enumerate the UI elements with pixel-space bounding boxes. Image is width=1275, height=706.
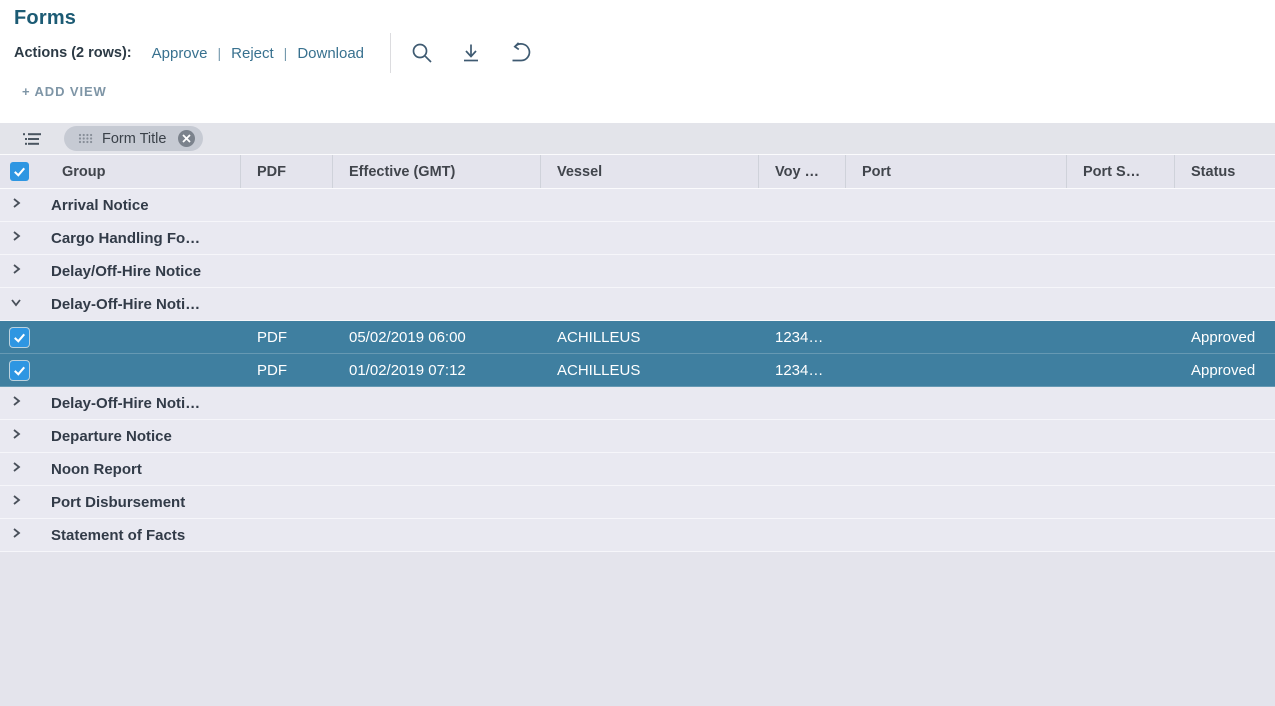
row-checkbox[interactable] (10, 361, 29, 380)
voyage-cell: 1234… (758, 354, 845, 386)
group-row-delay-off-hire-expanded[interactable]: Delay-Off-Hire Noti… (0, 288, 1275, 321)
actions-label: Actions (2 rows): (14, 45, 132, 61)
group-row-label: Delay/Off-Hire Notice (51, 263, 201, 280)
column-header-voyage[interactable]: Voy … (758, 155, 845, 188)
chevron-right-icon[interactable] (10, 427, 22, 445)
download-button[interactable]: Download (297, 45, 364, 62)
top-section: Forms Actions (2 rows): Approve | Reject… (0, 0, 1275, 123)
vessel-cell: ACHILLEUS (540, 354, 758, 386)
column-header-group[interactable]: Group (48, 155, 240, 188)
chevron-right-icon[interactable] (10, 493, 22, 511)
table-header: Group PDF Effective (GMT) Vessel Voy … P… (0, 155, 1275, 189)
chip-close-icon[interactable] (178, 130, 195, 147)
column-header-pdf[interactable]: PDF (240, 155, 332, 188)
pdf-link[interactable]: PDF (240, 321, 332, 353)
select-all-cell (0, 155, 48, 188)
group-row-label: Statement of Facts (51, 527, 185, 544)
column-header-effective[interactable]: Effective (GMT) (332, 155, 540, 188)
port-cell (845, 321, 1066, 353)
group-list-icon (22, 130, 42, 148)
search-icon[interactable] (408, 40, 435, 67)
reject-button[interactable]: Reject (231, 45, 274, 62)
group-chip-label: Form Title (102, 131, 166, 147)
group-row-noon-report[interactable]: Noon Report (0, 453, 1275, 486)
group-row-label: Departure Notice (51, 428, 172, 445)
effective-cell: 01/02/2019 07:12 (332, 354, 540, 386)
group-row-label: Cargo Handling Fo… (51, 230, 200, 247)
drag-handle-icon[interactable] (78, 133, 93, 144)
group-cell (48, 321, 240, 353)
form-row[interactable]: PDF 05/02/2019 06:00 ACHILLEUS 1234… App… (0, 321, 1275, 354)
chevron-right-icon[interactable] (10, 262, 22, 280)
column-header-vessel[interactable]: Vessel (540, 155, 758, 188)
column-header-status[interactable]: Status (1174, 155, 1275, 188)
group-row-arrival-notice[interactable]: Arrival Notice (0, 189, 1275, 222)
page-title: Forms (14, 7, 1275, 30)
group-row-label: Noon Report (51, 461, 142, 478)
toolbar-divider (390, 33, 391, 73)
voyage-cell: 1234… (758, 321, 845, 353)
port-cell (845, 354, 1066, 386)
group-row-statement-of-facts[interactable]: Statement of Facts (0, 519, 1275, 552)
group-row-label: Arrival Notice (51, 197, 149, 214)
separator: | (284, 45, 288, 61)
chevron-right-icon[interactable] (10, 526, 22, 544)
separator: | (218, 45, 222, 61)
undo-icon[interactable] (506, 40, 533, 67)
group-row-departure-notice[interactable]: Departure Notice (0, 420, 1275, 453)
group-row-delay-off-hire-2[interactable]: Delay-Off-Hire Noti… (0, 387, 1275, 420)
chevron-right-icon[interactable] (10, 229, 22, 247)
select-all-checkbox[interactable] (10, 162, 29, 181)
form-row[interactable]: PDF 01/02/2019 07:12 ACHILLEUS 1234… App… (0, 354, 1275, 387)
column-header-port[interactable]: Port (845, 155, 1066, 188)
vessel-cell: ACHILLEUS (540, 321, 758, 353)
status-cell: Approved (1174, 354, 1275, 386)
actions-bar: Actions (2 rows): Approve | Reject | Dow… (14, 33, 1275, 73)
add-view-button[interactable]: + ADD VIEW (22, 84, 107, 99)
chevron-right-icon[interactable] (10, 460, 22, 478)
forms-grid: Form Title Group PDF Effective (GMT) Ves… (0, 123, 1275, 706)
group-chip-form-title[interactable]: Form Title (64, 126, 203, 151)
group-row-port-disbursement[interactable]: Port Disbursement (0, 486, 1275, 519)
approve-button[interactable]: Approve (152, 45, 208, 62)
chevron-down-icon[interactable] (10, 295, 22, 313)
group-cell (48, 354, 240, 386)
group-row-label: Port Disbursement (51, 494, 185, 511)
column-header-port-s[interactable]: Port S… (1066, 155, 1174, 188)
group-row-cargo-handling[interactable]: Cargo Handling Fo… (0, 222, 1275, 255)
group-row-label: Delay-Off-Hire Noti… (51, 395, 200, 412)
grid-empty-area (0, 552, 1275, 706)
status-cell: Approved (1174, 321, 1275, 353)
export-download-icon[interactable] (457, 40, 484, 67)
chevron-right-icon[interactable] (10, 196, 22, 214)
group-row-delay-off-hire-notice[interactable]: Delay/Off-Hire Notice (0, 255, 1275, 288)
chevron-right-icon[interactable] (10, 394, 22, 412)
row-checkbox[interactable] (10, 328, 29, 347)
port-s-cell (1066, 354, 1174, 386)
port-s-cell (1066, 321, 1174, 353)
pdf-link[interactable]: PDF (240, 354, 332, 386)
effective-cell: 05/02/2019 06:00 (332, 321, 540, 353)
group-row-label: Delay-Off-Hire Noti… (51, 296, 200, 313)
group-panel[interactable]: Form Title (0, 123, 1275, 155)
